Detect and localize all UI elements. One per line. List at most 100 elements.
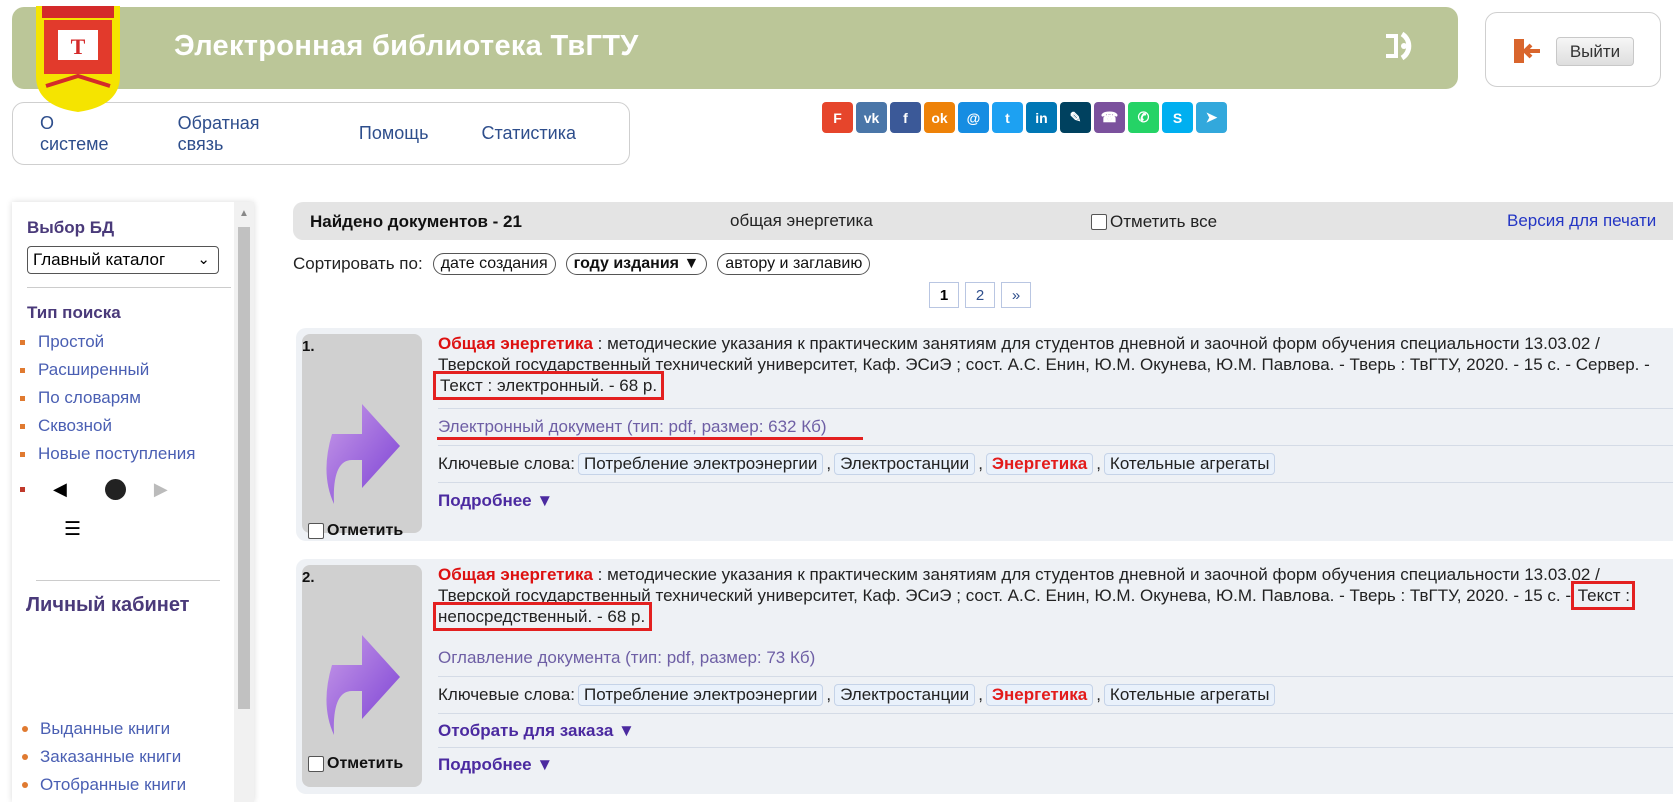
prev-icon[interactable]: ◀ <box>53 479 67 500</box>
keyword-tag[interactable]: Электростанции <box>834 684 976 706</box>
facebook-icon[interactable]: f <box>890 102 921 133</box>
viber-icon[interactable]: ☎ <box>1094 102 1125 133</box>
search-type-simple[interactable]: Простой <box>20 328 195 356</box>
document-number: 2. <box>302 569 315 586</box>
print-version-link[interactable]: Версия для печати <box>1507 211 1656 231</box>
sort-by-year[interactable]: году издания ▼ <box>565 253 708 275</box>
search-type-new-arrivals[interactable]: Новые поступления <box>20 440 195 468</box>
site-title: Электронная библиотека ТвГТУ <box>174 30 639 62</box>
flipboard-icon[interactable]: F <box>822 102 853 133</box>
cabinet-selected-books[interactable]: Отобранные книги <box>22 771 186 799</box>
twitter-icon[interactable]: t <box>992 102 1023 133</box>
document-title[interactable]: Общая энергетика <box>438 334 593 353</box>
document-mark[interactable]: Отметить <box>308 755 403 773</box>
logout-button[interactable]: Выйти <box>1556 37 1634 66</box>
keyword-tag[interactable]: Потребление электроэнергии <box>578 453 824 475</box>
scrollbar-thumb[interactable] <box>238 227 250 709</box>
sort-by-author[interactable]: автору и заглавию <box>717 253 871 275</box>
document-thumb: 1. Отметить <box>302 334 422 539</box>
keywords-label: Ключевые слова: <box>438 454 576 473</box>
file-link[interactable]: Электронный документ (тип: pdf, размер: … <box>438 417 827 437</box>
mark-all-checkbox[interactable] <box>1091 214 1107 230</box>
pause-icon[interactable] <box>104 479 126 500</box>
search-type-advanced[interactable]: Расширенный <box>20 356 195 384</box>
document-body: Общая энергетика : методические указания… <box>432 328 1673 519</box>
file-link[interactable]: Оглавление документа (тип: pdf, размер: … <box>438 648 815 668</box>
search-type-crosscutting[interactable]: Сквозной <box>20 412 195 440</box>
vk-icon[interactable]: vk <box>856 102 887 133</box>
logout-panel: Выйти <box>1485 12 1661 87</box>
page-1[interactable]: 1 <box>929 282 959 308</box>
linkedin-icon[interactable]: in <box>1026 102 1057 133</box>
results-bar: Найдено документов - 21 общая энергетика… <box>293 202 1673 240</box>
db-select[interactable]: Главный каталог ⌄ <box>27 246 219 274</box>
nav-about[interactable]: О системе <box>40 113 125 155</box>
odnoklassniki-icon[interactable]: ok <box>924 102 955 133</box>
menu-icon[interactable]: ☰ <box>64 518 81 541</box>
db-select-value: Главный каталог <box>33 250 166 269</box>
keyword-tag[interactable]: Котельные агрегаты <box>1103 684 1276 706</box>
more-row: Подробнее ▼ <box>438 482 1673 519</box>
keyword-tag[interactable]: Котельные агрегаты <box>1103 453 1276 475</box>
cabinet-list: Выданные книги Заказанные книги Отобранн… <box>22 715 186 799</box>
search-query: общая энергетика <box>730 211 873 230</box>
order-row: Отобрать для заказа ▼ <box>438 713 1673 747</box>
file-row: Оглавление документа (тип: pdf, размер: … <box>438 639 1673 676</box>
whatsapp-icon[interactable]: ✆ <box>1128 102 1159 133</box>
nav-statistics[interactable]: Статистика <box>481 123 576 144</box>
annotation-underline <box>437 437 863 440</box>
university-logo[interactable]: Т <box>36 6 120 112</box>
more-toggle[interactable]: Подробнее ▼ <box>438 491 553 511</box>
keyword-tag[interactable]: Потребление электроэнергии <box>578 684 824 706</box>
more-toggle[interactable]: Подробнее ▼ <box>438 755 553 775</box>
document-arrow-icon[interactable] <box>322 394 402 514</box>
found-count: Найдено документов - 21 <box>310 212 522 231</box>
document-card: 1. Отметить Общая энергетика : методичес… <box>296 328 1673 541</box>
page-2[interactable]: 2 <box>965 282 995 308</box>
document-description: : методические указания к практическим з… <box>438 334 1650 374</box>
telegram-icon[interactable]: ➤ <box>1196 102 1227 133</box>
nav-feedback[interactable]: Обратная связь <box>178 113 306 155</box>
sidebar-scrollbar[interactable]: ▲ <box>234 202 254 802</box>
search-type-dictionaries[interactable]: По словарям <box>20 384 195 412</box>
search-type-heading: Тип поиска <box>27 303 121 322</box>
sort-by-created[interactable]: дате создания <box>432 253 556 275</box>
document-checkbox[interactable] <box>308 523 324 539</box>
skype-icon[interactable]: S <box>1162 102 1193 133</box>
cabinet-ordered-books[interactable]: Заказанные книги <box>22 743 186 771</box>
keyword-tag[interactable]: Энергетика <box>985 684 1094 706</box>
document-mark[interactable]: Отметить <box>308 522 403 540</box>
document-description: : методические указания к практическим з… <box>438 565 1600 605</box>
cabinet-issued-books[interactable]: Выданные книги <box>22 715 186 743</box>
svg-text:Т: Т <box>71 34 86 59</box>
search-type-list: Простой Расширенный По словарям Сквозной… <box>20 328 195 468</box>
highlighted-format: Текст : электронный. - 68 р. <box>432 371 665 400</box>
mark-all[interactable]: Отметить все <box>1091 212 1217 232</box>
moimir-icon[interactable]: @ <box>958 102 989 133</box>
accessibility-icon[interactable] <box>1382 28 1432 64</box>
page-next[interactable]: » <box>1001 282 1031 308</box>
logout-icon[interactable] <box>1512 36 1542 66</box>
divider <box>36 580 220 581</box>
sort-label: Сортировать по: <box>293 254 423 273</box>
livejournal-icon[interactable]: ✎ <box>1060 102 1091 133</box>
document-checkbox[interactable] <box>308 756 324 772</box>
keyword-tag[interactable]: Энергетика <box>985 453 1094 475</box>
document-thumb: 2. Отметить <box>302 565 422 787</box>
order-toggle[interactable]: Отобрать для заказа ▼ <box>438 721 635 741</box>
keyword-tag[interactable]: Электростанции <box>834 453 976 475</box>
nav-help[interactable]: Помощь <box>359 123 429 144</box>
pagination: 1 2 » <box>929 282 1031 308</box>
db-heading: Выбор БД <box>27 218 115 237</box>
sort-bar: Сортировать по: дате создания году издан… <box>293 253 871 275</box>
document-arrow-icon[interactable] <box>322 625 402 745</box>
chevron-down-icon: ⌄ <box>197 251 210 268</box>
scroll-up-icon[interactable]: ▲ <box>239 208 249 219</box>
keywords-row: Ключевые слова: Потребление электроэнерг… <box>438 445 1673 482</box>
document-title[interactable]: Общая энергетика <box>438 565 593 584</box>
divider <box>27 287 231 288</box>
next-icon[interactable]: ▶ <box>154 479 168 500</box>
keywords-row: Ключевые слова: Потребление электроэнерг… <box>438 676 1673 713</box>
document-body: Общая энергетика : методические указания… <box>433 559 1673 781</box>
carousel-controls: ◀ ▶ <box>20 479 168 500</box>
